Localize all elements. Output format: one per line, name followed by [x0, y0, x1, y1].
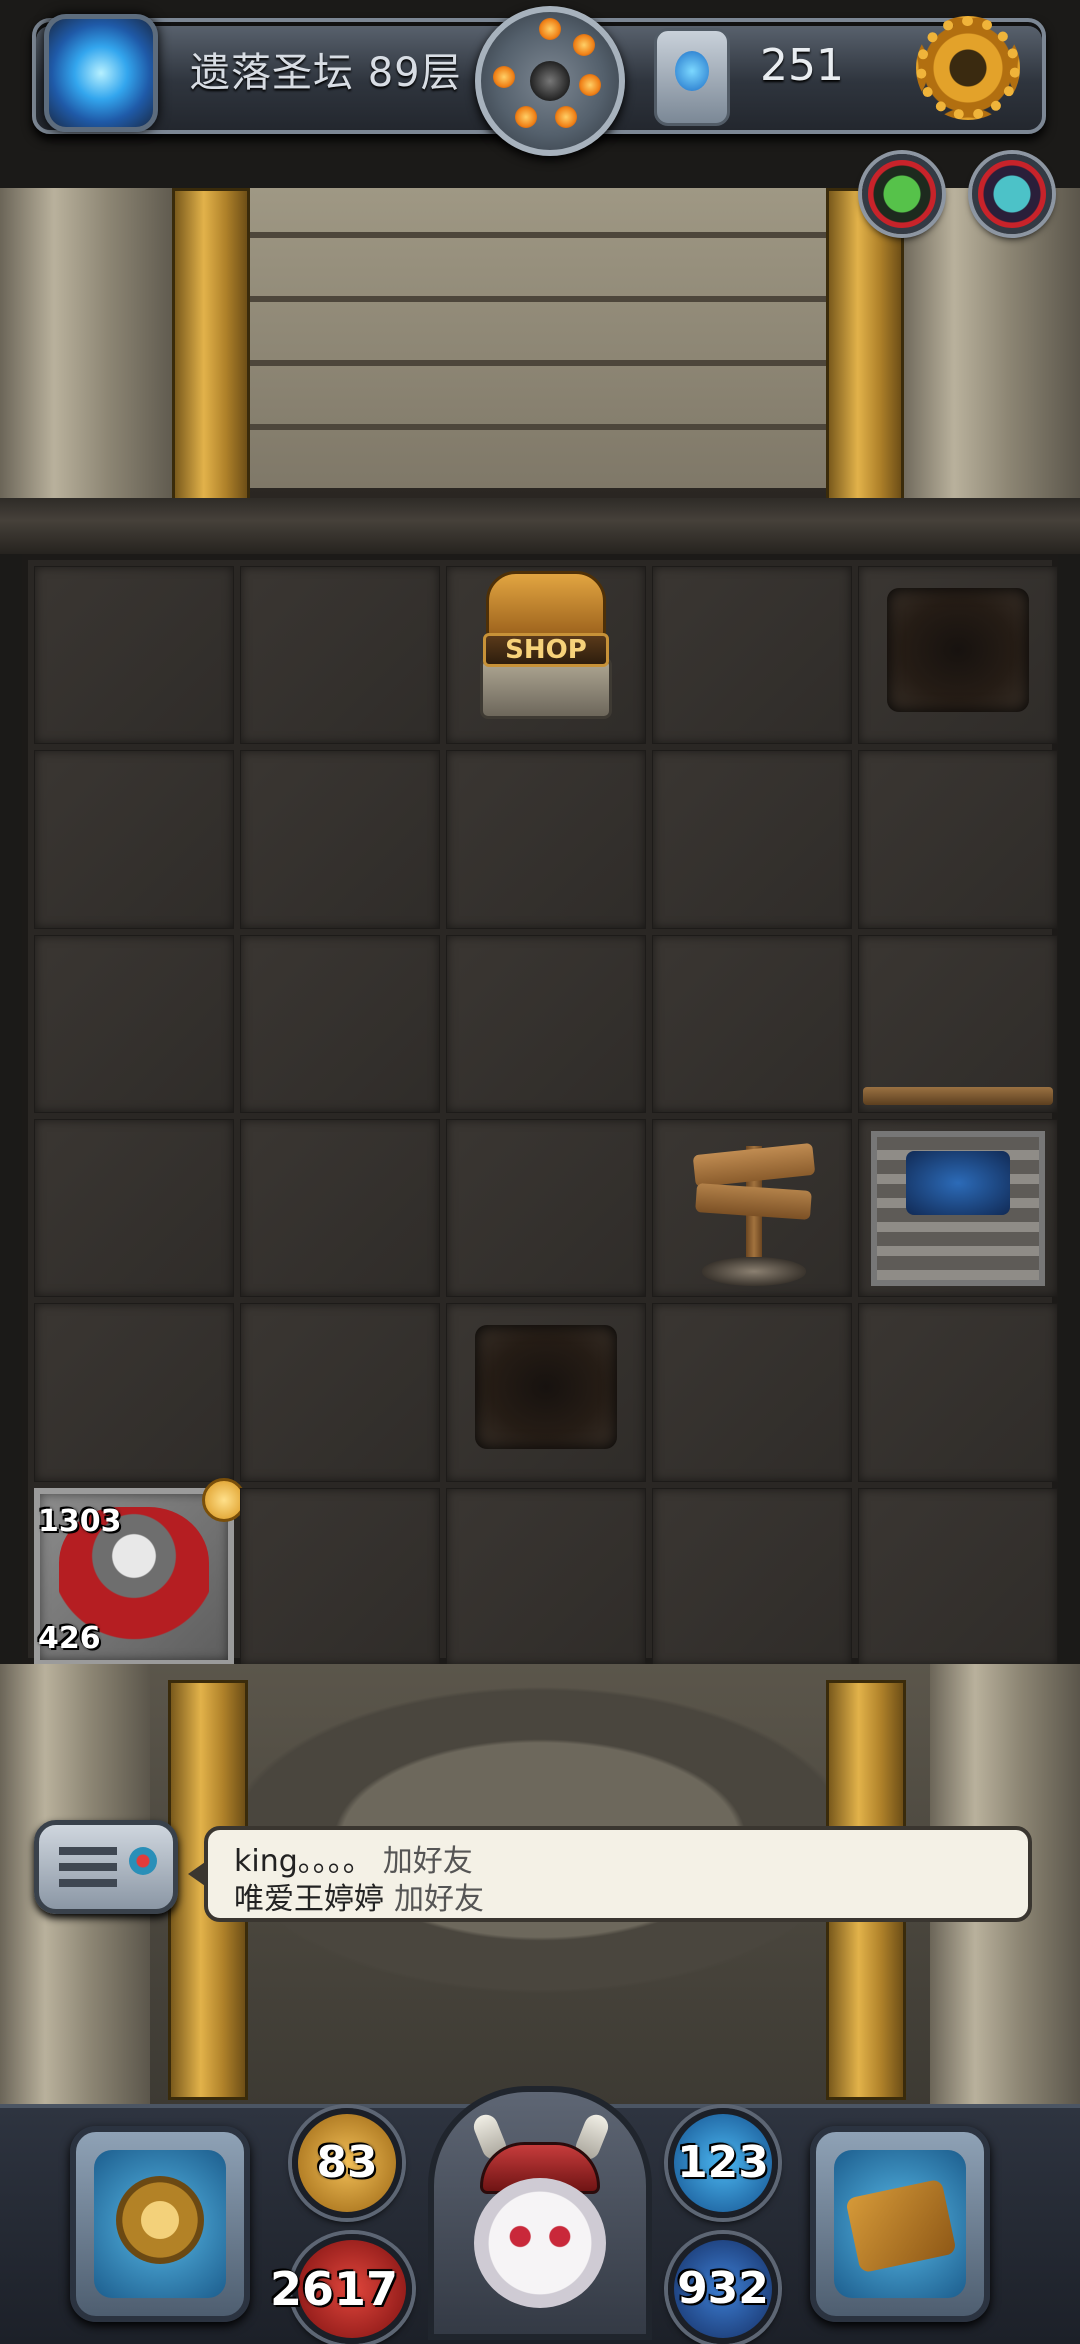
attack-stat: 83 [292, 2108, 402, 2218]
chat-message: 唯爱王婷婷 加好友 [234, 1874, 484, 1918]
wood-plank [862, 1086, 1054, 1105]
stone-wall [240, 188, 840, 488]
floor-tile[interactable] [858, 934, 1058, 1113]
pit-tile[interactable] [858, 566, 1058, 745]
floor-tile[interactable] [34, 750, 234, 929]
floor-tile[interactable] [652, 934, 852, 1113]
floor-tile[interactable] [858, 1303, 1058, 1482]
gem-count: 251 [760, 40, 844, 91]
monster-cooldown-icon[interactable] [972, 154, 1052, 234]
portal-icon[interactable] [44, 14, 158, 132]
floor-tile[interactable] [240, 1303, 440, 1482]
hp-value: 2617 [270, 2262, 399, 2316]
defense-value: 932 [677, 2263, 769, 2314]
shop-icon[interactable]: SHOP [471, 570, 621, 726]
floor-tile[interactable] [240, 566, 440, 745]
monster-cooldown-icon[interactable] [862, 154, 942, 234]
spellbook-button[interactable] [810, 2126, 990, 2322]
bomb-wheel-icon[interactable] [475, 6, 625, 156]
floor-tile[interactable] [446, 1118, 646, 1298]
mana-stat: 123 [668, 2108, 778, 2218]
hero-attack: 426 [38, 1620, 101, 1656]
stone-ledge [0, 498, 1080, 554]
floor-tile[interactable] [446, 1487, 646, 1666]
chat-icon[interactable] [34, 1820, 178, 1914]
floor-tile[interactable] [652, 1303, 852, 1482]
floor-tile[interactable] [34, 1118, 234, 1298]
hero-tile[interactable]: 1303 426 [34, 1477, 246, 1666]
spellbook-icon [834, 2150, 966, 2298]
signpost-icon [689, 1127, 820, 1286]
floor-tile[interactable] [240, 934, 440, 1113]
floor-tile[interactable] [858, 750, 1058, 929]
stone-pillar-right [900, 188, 1080, 498]
gold-column-left [172, 188, 250, 508]
floor-tile[interactable] [240, 1487, 440, 1666]
floor-tile[interactable] [446, 750, 646, 929]
floor-tile[interactable] [34, 566, 234, 745]
gear-icon[interactable] [916, 16, 1020, 120]
floor-tile[interactable] [446, 934, 646, 1113]
defense-stat: 932 [668, 2234, 778, 2344]
hp-stat: 2617 [270, 2234, 412, 2344]
stairs-down-icon [870, 1130, 1046, 1286]
hero-portrait[interactable] [428, 2086, 652, 2340]
floor-tile[interactable] [652, 750, 852, 929]
stairs-tile[interactable] [858, 1118, 1058, 1298]
chat-box[interactable]: king。。。。 加好友 唯爱王婷婷 加好友 [188, 1826, 1032, 1922]
gem-icon [654, 28, 730, 126]
pit-tile[interactable] [446, 1303, 646, 1482]
floor-tile[interactable] [240, 1118, 440, 1298]
floor-title: 遗落圣坛 89层 [190, 50, 462, 96]
floor-tile[interactable] [240, 750, 440, 929]
floor-tile[interactable] [34, 1303, 234, 1482]
shop-label: SHOP [482, 632, 610, 667]
floor-tile[interactable] [652, 1487, 852, 1666]
gold-column-right [826, 188, 904, 508]
floor-tile[interactable] [34, 934, 234, 1113]
floor-tile[interactable] [652, 566, 852, 745]
signpost-tile[interactable] [652, 1118, 852, 1298]
equipment-button[interactable] [70, 2126, 250, 2322]
dungeon-board: SHOP 1303 426 [22, 554, 1058, 1666]
floor-tile[interactable] [858, 1487, 1058, 1666]
pit-icon [886, 588, 1030, 712]
stone-pillar-left [0, 188, 180, 498]
equipment-icon [94, 2150, 226, 2298]
chat-user: 唯爱王婷婷 [234, 1882, 384, 1917]
pit-icon [474, 1325, 618, 1449]
add-friend-link[interactable]: 加好友 [394, 1882, 484, 1917]
hero-hp: 1303 [38, 1503, 122, 1539]
shop-tile[interactable]: SHOP [446, 566, 646, 745]
